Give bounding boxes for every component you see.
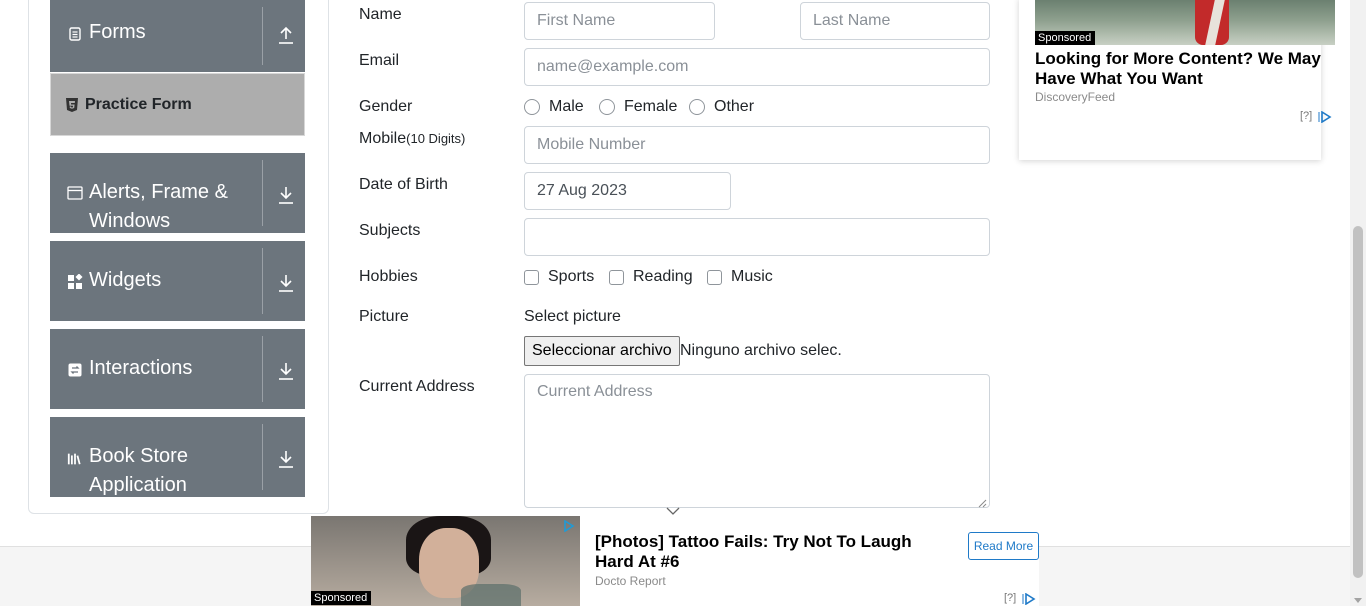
sidebar-group-widgets[interactable]: Widgets bbox=[50, 241, 305, 321]
hobby-checkbox-sports[interactable]: Sports bbox=[524, 268, 594, 286]
page-scrollbar[interactable] bbox=[1350, 0, 1366, 606]
resize-handle-icon[interactable] bbox=[977, 495, 987, 508]
radio-label: Male bbox=[549, 98, 584, 115]
email-input[interactable]: name@example.com bbox=[524, 48, 990, 86]
chevron-down-icon[interactable] bbox=[276, 361, 296, 381]
mobile-hint: (10 Digits) bbox=[406, 131, 466, 146]
ad-source[interactable]: Docto Report bbox=[595, 574, 666, 588]
last-name-input[interactable]: Last Name bbox=[800, 2, 990, 40]
subjects-input[interactable] bbox=[524, 218, 990, 256]
subjects-label: Subjects bbox=[359, 222, 421, 239]
divider bbox=[262, 160, 263, 226]
first-name-input[interactable]: First Name bbox=[524, 2, 715, 40]
gender-radio-other[interactable]: Other bbox=[689, 98, 754, 116]
sidebar-group-label-line2: Windows bbox=[89, 210, 171, 232]
date-of-birth-input[interactable]: 27 Aug 2023 bbox=[524, 172, 731, 210]
hobbies-label: Hobbies bbox=[359, 268, 418, 285]
file-status-text: Ninguno archivo selec. bbox=[680, 342, 842, 359]
mobile-label-text: Mobile bbox=[359, 130, 407, 147]
checkbox-label: Music bbox=[731, 268, 773, 285]
sidebar-item-practice-form[interactable]: Practice Form bbox=[50, 73, 305, 136]
sidebar-group-label-line2: Application bbox=[89, 474, 187, 496]
books-icon bbox=[67, 451, 83, 467]
radio-circle[interactable] bbox=[689, 99, 705, 115]
collapse-chevron-icon[interactable] bbox=[666, 503, 680, 515]
gender-radio-female[interactable]: Female bbox=[599, 98, 677, 116]
mobile-label: Mobile(10 Digits) bbox=[359, 130, 465, 148]
sidebar-item-label: Practice Form bbox=[85, 96, 192, 113]
radio-circle[interactable] bbox=[524, 99, 540, 115]
ad-source[interactable]: DiscoveryFeed bbox=[1035, 90, 1115, 104]
window-icon bbox=[67, 185, 83, 201]
checkbox-label: Sports bbox=[548, 268, 595, 285]
sidebar-group-label: Forms bbox=[89, 21, 146, 43]
sidebar-group-label: Alerts, Frame & bbox=[89, 181, 228, 203]
divider bbox=[262, 248, 263, 314]
read-more-button[interactable]: Read More bbox=[968, 532, 1039, 560]
hobby-checkbox-music[interactable]: Music bbox=[707, 268, 773, 286]
dob-label: Date of Birth bbox=[359, 176, 448, 193]
sponsored-badge: Sponsored bbox=[311, 591, 372, 605]
textarea-placeholder: Current Address bbox=[537, 383, 653, 400]
sidebar-group-label: Book Store bbox=[89, 445, 188, 467]
sidebar-group-label: Widgets bbox=[89, 269, 162, 291]
chevron-down-icon[interactable] bbox=[276, 449, 296, 469]
checkbox-box[interactable] bbox=[524, 269, 539, 285]
ad-help-link[interactable]: [?] bbox=[1004, 592, 1016, 604]
sidebar-group-alerts[interactable]: Alerts, Frame & Windows bbox=[50, 153, 305, 233]
gender-label: Gender bbox=[359, 98, 413, 115]
chevron-down-icon[interactable] bbox=[276, 185, 296, 205]
sidebar-group-interactions[interactable]: Interactions bbox=[50, 329, 305, 409]
picture-label: Picture bbox=[359, 308, 409, 325]
ad-title[interactable]: Looking for More Content? We May Have Wh… bbox=[1035, 49, 1325, 89]
current-address-textarea[interactable]: Current Address bbox=[524, 374, 990, 508]
gender-radio-male[interactable]: Male bbox=[524, 98, 584, 116]
radio-label: Female bbox=[624, 98, 678, 115]
email-label: Email bbox=[359, 52, 400, 69]
sidebar-group-forms[interactable]: Forms bbox=[50, 0, 305, 72]
current-address-label: Current Address bbox=[359, 378, 475, 395]
chevron-down-icon[interactable] bbox=[276, 273, 296, 293]
sidebar-group-label: Interactions bbox=[89, 357, 193, 379]
adchoices-icon[interactable] bbox=[563, 519, 575, 533]
checkbox-box[interactable] bbox=[707, 269, 722, 285]
radio-label: Other bbox=[714, 98, 755, 115]
adchoices-icon[interactable] bbox=[1318, 110, 1332, 124]
divider bbox=[262, 336, 263, 402]
sidebar-group-book-store[interactable]: Book Store Application bbox=[50, 417, 305, 497]
page: Forms Practice Form Alerts, Frame & Wind… bbox=[0, 0, 1366, 606]
ad-help-link[interactable]: [?] bbox=[1300, 110, 1312, 122]
checkbox-box[interactable] bbox=[609, 269, 624, 285]
chevron-up-icon[interactable] bbox=[276, 25, 296, 45]
interactions-icon bbox=[67, 362, 83, 378]
name-label: Name bbox=[359, 6, 402, 23]
scroll-down-arrow-icon[interactable] bbox=[1354, 598, 1362, 603]
hobby-checkbox-reading[interactable]: Reading bbox=[609, 268, 693, 286]
radio-circle[interactable] bbox=[599, 99, 615, 115]
select-picture-label: Select picture bbox=[524, 308, 621, 325]
sponsored-badge: Sponsored bbox=[1035, 31, 1096, 45]
html5-icon bbox=[66, 98, 78, 112]
ad-title[interactable]: [Photos] Tattoo Fails: Try Not To Laugh … bbox=[595, 532, 955, 572]
widgets-icon bbox=[67, 274, 83, 290]
document-icon bbox=[67, 26, 83, 42]
divider bbox=[262, 7, 263, 65]
divider bbox=[262, 424, 263, 490]
adchoices-icon[interactable] bbox=[1022, 592, 1036, 606]
choose-file-button[interactable]: Seleccionar archivo bbox=[524, 336, 680, 366]
scrollbar-thumb[interactable] bbox=[1353, 226, 1363, 578]
ad-image-tattoo bbox=[461, 584, 521, 606]
checkbox-label: Reading bbox=[633, 268, 693, 285]
mobile-input[interactable]: Mobile Number bbox=[524, 126, 990, 164]
